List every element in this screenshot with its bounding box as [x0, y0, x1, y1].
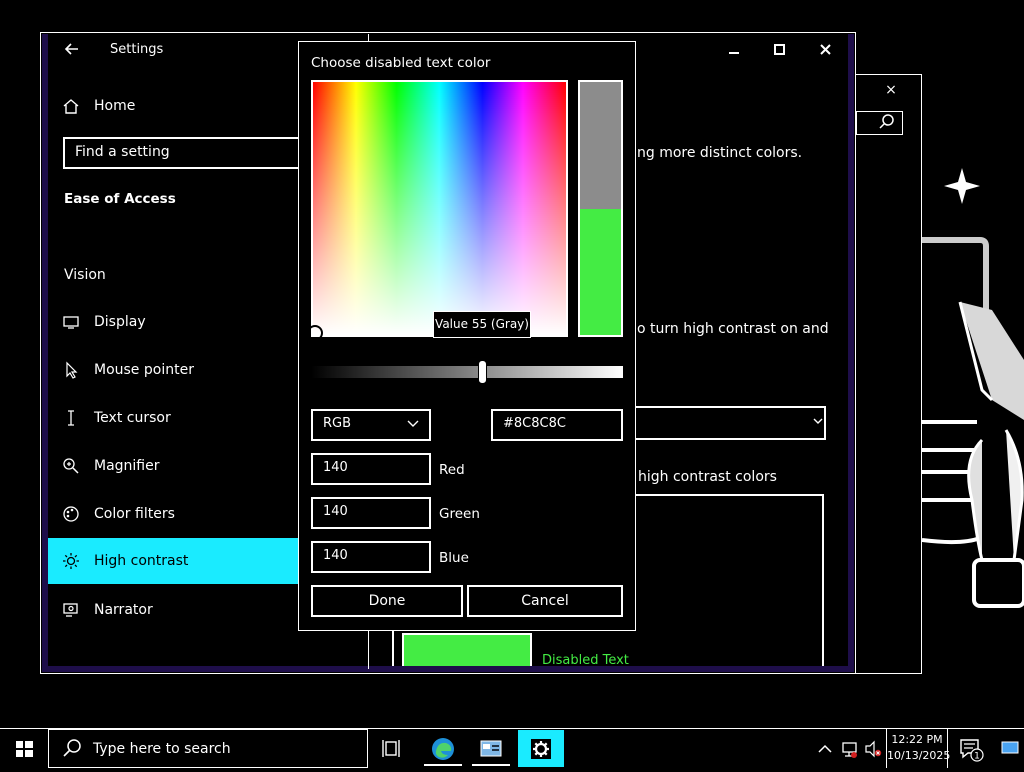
current-color-swatch [580, 82, 621, 209]
group-label: Vision [64, 267, 106, 283]
done-button[interactable]: Done [311, 585, 463, 617]
desktop-icon [1001, 741, 1019, 754]
minimize-button[interactable] [716, 36, 752, 62]
chevron-up-icon [818, 744, 832, 753]
task-view-button[interactable] [371, 729, 415, 768]
nav-item-label: Display [94, 314, 146, 330]
theme-dropdown[interactable] [636, 406, 826, 440]
red-label: Red [439, 462, 465, 478]
volume-button[interactable] [862, 736, 884, 762]
nav-item-home[interactable]: Home [48, 83, 300, 129]
app-running-indicator [424, 764, 462, 766]
taskbar-search-box[interactable]: Type here to search [48, 729, 368, 768]
chevron-down-icon [406, 418, 420, 434]
clock-time: 12:22 PM [891, 733, 943, 746]
pane-colors-heading: high contrast colors [638, 469, 777, 485]
nav-item-mouse-pointer[interactable]: Mouse pointer [48, 347, 300, 393]
value-slider-thumb[interactable] [478, 360, 488, 384]
app-running-indicator [472, 764, 510, 766]
windows-logo-icon [16, 741, 33, 757]
nav-item-high-contrast[interactable]: High contrast [48, 538, 300, 584]
nav-item-label: High contrast [94, 553, 189, 569]
wallpaper-art [922, 168, 1024, 608]
text-cursor-icon [48, 409, 94, 427]
maximize-icon [774, 44, 785, 55]
nav-item-label: Narrator [94, 602, 153, 618]
red-input[interactable]: 140 [311, 453, 431, 485]
network-button[interactable] [838, 736, 860, 762]
green-label: Green [439, 506, 480, 522]
chevron-down-icon [812, 415, 824, 430]
value-slider[interactable] [311, 366, 623, 378]
mouse-pointer-icon [48, 361, 94, 379]
background-window [855, 74, 922, 674]
show-desktop-button[interactable] [994, 729, 1024, 768]
close-icon [820, 44, 831, 55]
monitor-icon [48, 313, 94, 331]
find-setting-input[interactable]: Find a setting [63, 137, 303, 169]
blue-input[interactable]: 140 [311, 541, 431, 573]
nav-item-magnifier[interactable]: Magnifier [48, 443, 300, 489]
taskbar-app-control-panel[interactable] [467, 730, 515, 767]
back-button[interactable] [56, 36, 88, 62]
search-icon [63, 738, 81, 757]
nav-item-label: Mouse pointer [94, 362, 194, 378]
window-title: Settings [110, 42, 164, 57]
nav-item-label: Magnifier [94, 458, 160, 474]
search-placeholder: Type here to search [93, 740, 231, 757]
color-preview-bar [578, 80, 623, 337]
clock[interactable]: 12:22 PM 10/13/2025 [886, 729, 951, 768]
color-filters-icon [48, 505, 94, 523]
task-view-icon [382, 740, 400, 757]
minimize-icon [729, 52, 739, 54]
disabled-text-label: Disabled Text [542, 653, 629, 668]
notification-count: 1 [974, 752, 980, 762]
dialog-title: Choose disabled text color [311, 55, 491, 71]
color-spectrum[interactable] [311, 80, 568, 337]
narrator-icon [48, 601, 94, 619]
show-hidden-icons-button[interactable] [814, 736, 836, 762]
hex-input[interactable]: #8C8C8C [491, 409, 623, 441]
network-icon [842, 742, 857, 758]
section-heading: Ease of Access [64, 191, 176, 207]
search-icon [879, 114, 894, 129]
taskbar-app-settings[interactable] [518, 730, 564, 767]
control-panel-icon [480, 740, 502, 756]
spectrum-cursor[interactable] [307, 325, 323, 341]
volume-muted-icon [865, 740, 882, 758]
edge-icon [432, 737, 454, 760]
nav-item-label: Color filters [94, 506, 175, 522]
brightness-icon [48, 552, 94, 570]
gear-icon [531, 738, 551, 759]
pane-description: ng more distinct colors. [637, 145, 803, 161]
notification-center-button[interactable]: 1 [952, 733, 988, 765]
previous-color-swatch [580, 208, 621, 335]
blue-label: Blue [439, 550, 469, 566]
nav-item-label: Text cursor [94, 410, 171, 426]
close-button[interactable] [808, 36, 844, 62]
notification-icon: 1 [960, 739, 984, 762]
maximize-button[interactable] [762, 36, 798, 62]
nav-item-display[interactable]: Display [48, 299, 300, 345]
back-arrow-icon [64, 43, 78, 55]
pane-shortcut-text: o turn high contrast on and [637, 321, 829, 337]
taskbar-app-edge[interactable] [419, 730, 467, 767]
nav-item-color-filters[interactable]: Color filters [48, 491, 300, 537]
cancel-button[interactable]: Cancel [467, 585, 623, 617]
home-icon [48, 97, 94, 115]
magnifier-icon [48, 457, 94, 475]
clock-date: 10/13/2025 [887, 749, 951, 762]
nav-item-text-cursor[interactable]: Text cursor [48, 395, 300, 441]
background-window-close-button[interactable]: × [880, 80, 902, 100]
nav-item-narrator[interactable]: Narrator [48, 587, 300, 633]
nav-item-label: Home [94, 98, 136, 114]
value-tooltip: Value 55 (Gray) [433, 311, 531, 338]
disabled-text-swatch[interactable] [402, 633, 532, 666]
start-button[interactable] [0, 729, 48, 768]
green-input[interactable]: 140 [311, 497, 431, 529]
